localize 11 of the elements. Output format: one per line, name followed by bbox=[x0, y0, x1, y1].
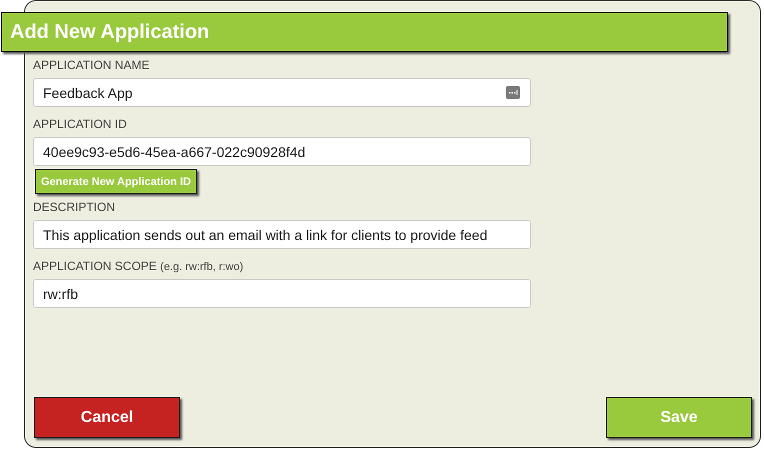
input-field[interactable]: Feedback App bbox=[33, 78, 531, 107]
input-field[interactable]: 40ee9c93-e5d6-45ea-a667-022c90928f4d bbox=[33, 137, 531, 166]
input-field[interactable]: rw:rfb bbox=[33, 279, 531, 308]
dialog-title: Add New Application bbox=[10, 20, 210, 44]
autofill-icon[interactable] bbox=[506, 86, 520, 99]
cancel-button[interactable]: Cancel bbox=[34, 397, 180, 438]
input-field[interactable]: This application sends out an email with a link for clients to provide feed bbox=[33, 220, 531, 249]
field-label: DESCRIPTION bbox=[33, 200, 116, 214]
field-label: APPLICATION ID bbox=[33, 117, 128, 131]
field-label: APPLICATION SCOPE (e.g. rw:rfb, r:wo) bbox=[33, 259, 244, 273]
field-label: APPLICATION NAME bbox=[33, 58, 150, 72]
